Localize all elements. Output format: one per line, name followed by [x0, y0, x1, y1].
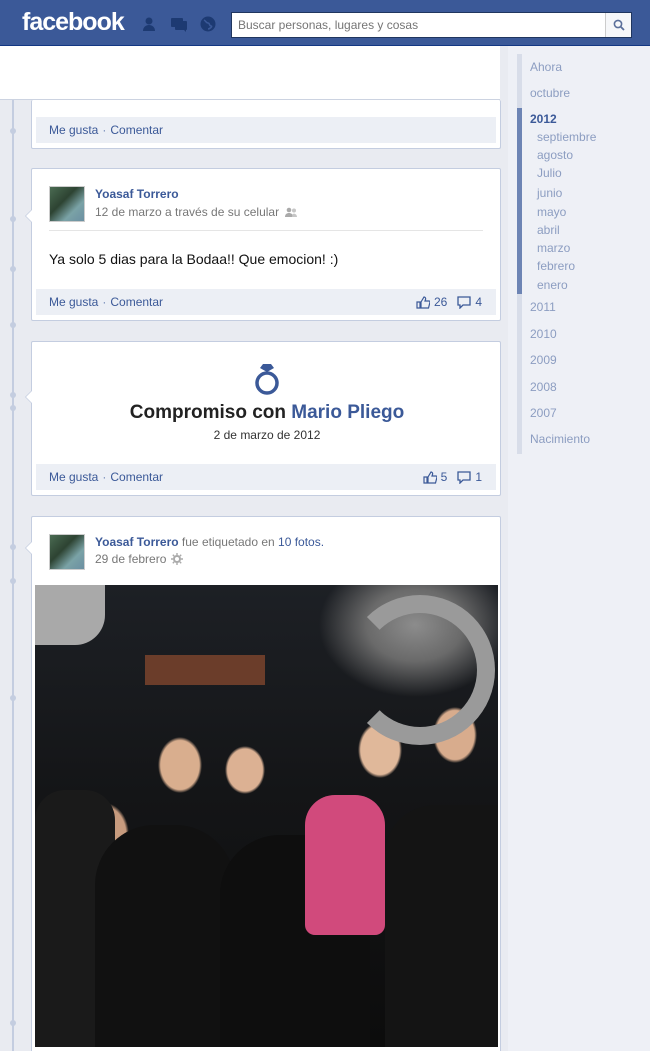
- separator: ·: [102, 295, 107, 309]
- nav-month[interactable]: agosto: [537, 148, 573, 162]
- nav-year[interactable]: 2009: [530, 353, 557, 367]
- timeline-dot: [10, 216, 16, 222]
- post-footer: Me gusta · Comentar 26 4: [36, 289, 496, 315]
- friend-requests-icon[interactable]: [140, 16, 158, 32]
- person-shape: [385, 805, 498, 1047]
- nav-active-marker: [517, 108, 522, 294]
- engagement-counts: 26 4: [416, 295, 482, 309]
- nav-month[interactable]: marzo: [537, 241, 570, 255]
- milestone-title-prefix: Compromiso con: [129, 402, 286, 423]
- post-card: Yoasaf Torrero 12 de marzo a través de s…: [25, 168, 501, 321]
- post-meta: 29 de febrero: [95, 552, 184, 566]
- post-timestamp[interactable]: 12 de marzo a través de su celular: [95, 205, 279, 219]
- nav-year[interactable]: 2008: [530, 380, 557, 394]
- friends-icon[interactable]: [284, 207, 298, 218]
- nav-year[interactable]: 2011: [530, 300, 556, 314]
- like-link[interactable]: Me gusta: [49, 295, 98, 309]
- nav-item-now[interactable]: Ahora: [530, 60, 562, 74]
- like-count[interactable]: 5: [441, 470, 448, 484]
- balloon-shape: [345, 595, 495, 745]
- milestone-date: 2 de marzo de 2012: [213, 428, 321, 442]
- nav-month[interactable]: septiembre: [537, 130, 596, 144]
- search-button[interactable]: [605, 13, 631, 37]
- nav-item-october[interactable]: octubre: [530, 86, 570, 100]
- group-photo[interactable]: [35, 585, 498, 1047]
- post-headline: Yoasaf Torrero fue etiquetado en 10 foto…: [95, 535, 324, 549]
- nav-month[interactable]: Julio: [537, 166, 562, 180]
- comment-link[interactable]: Comentar: [110, 295, 163, 309]
- post-footer: Me gusta · Comentar 5 1: [36, 464, 496, 490]
- nav-birth[interactable]: Nacimiento: [530, 432, 590, 446]
- status-text: Ya solo 5 dias para la Bodaa!! Que emoci…: [49, 251, 339, 267]
- timeline-dot: [10, 544, 16, 550]
- timeline-dot: [10, 392, 16, 398]
- post-card: Me gusta · Comentar: [31, 100, 501, 149]
- speaker-shape: [145, 655, 265, 685]
- timeline-dot: [10, 266, 16, 272]
- top-bar: facebook: [0, 0, 650, 46]
- engagement-counts: 5 1: [423, 470, 482, 484]
- post-footer: Me gusta · Comentar: [36, 117, 496, 143]
- comment-icon[interactable]: [457, 295, 471, 309]
- timeline-dot: [10, 1020, 16, 1026]
- post-author[interactable]: Yoasaf Torrero: [95, 535, 179, 549]
- milestone-card: Compromiso con Mario Pliego 2 de marzo d…: [25, 341, 502, 496]
- comment-link[interactable]: Comentar: [110, 123, 163, 137]
- avatar[interactable]: [49, 534, 85, 570]
- messages-icon[interactable]: [170, 16, 188, 32]
- like-link[interactable]: Me gusta: [49, 123, 98, 137]
- like-link[interactable]: Me gusta: [49, 470, 98, 484]
- partner-link[interactable]: Mario Pliego: [291, 402, 404, 423]
- separator: ·: [102, 123, 107, 137]
- milestone-content: Compromiso con Mario Pliego 2 de marzo d…: [32, 402, 502, 442]
- post-action: fue etiquetado en: [181, 535, 275, 549]
- comment-icon[interactable]: [457, 470, 471, 484]
- cover-bottom: [0, 46, 500, 100]
- nav-year[interactable]: 2007: [530, 406, 557, 420]
- magnifier-icon: [613, 19, 625, 31]
- timeline-dot: [10, 695, 16, 701]
- person-shape: [95, 825, 235, 1047]
- timeline-nav: [508, 46, 650, 1051]
- nav-month[interactable]: mayo: [537, 205, 566, 219]
- timeline-spine: [12, 100, 14, 1051]
- timeline-dot: [10, 128, 16, 134]
- card-pointer: [25, 390, 32, 404]
- post-meta: 12 de marzo a través de su celular: [95, 205, 298, 219]
- separator: ·: [102, 470, 107, 484]
- like-count[interactable]: 26: [434, 295, 447, 309]
- thumbs-up-icon[interactable]: [423, 470, 437, 484]
- photo-post-card: Yoasaf Torrero fue etiquetado en 10 foto…: [25, 516, 501, 1051]
- thumbs-up-icon[interactable]: [416, 295, 430, 309]
- divider: [49, 230, 483, 231]
- post-timestamp[interactable]: 29 de febrero: [95, 552, 166, 566]
- milestone-title: Compromiso con Mario Pliego: [32, 402, 502, 424]
- timeline-dot: [10, 405, 16, 411]
- timeline-dot: [10, 578, 16, 584]
- nav-year[interactable]: 2010: [530, 327, 557, 341]
- notifications-globe-icon[interactable]: [199, 16, 217, 32]
- nav-month[interactable]: junio: [537, 186, 562, 200]
- comment-count[interactable]: 4: [475, 295, 482, 309]
- search-input[interactable]: [232, 13, 602, 37]
- ring-icon: [255, 364, 279, 395]
- laptop-shape: [35, 585, 105, 645]
- nav-month[interactable]: enero: [537, 278, 568, 292]
- card-pointer: [25, 209, 32, 223]
- timeline-dot: [10, 322, 16, 328]
- pink-top-shape: [305, 795, 385, 935]
- nav-year-2012[interactable]: 2012: [530, 112, 557, 126]
- nav-month[interactable]: febrero: [537, 259, 575, 273]
- post-author[interactable]: Yoasaf Torrero: [95, 187, 179, 201]
- comment-count[interactable]: 1: [475, 470, 482, 484]
- facebook-logo[interactable]: facebook: [22, 8, 125, 37]
- nav-month[interactable]: abril: [537, 223, 560, 237]
- comment-link[interactable]: Comentar: [110, 470, 163, 484]
- photos-link[interactable]: 10 fotos.: [278, 535, 324, 549]
- card-pointer: [25, 541, 32, 555]
- public-gear-icon[interactable]: [171, 553, 184, 565]
- search-box: [231, 12, 632, 38]
- avatar[interactable]: [49, 186, 85, 222]
